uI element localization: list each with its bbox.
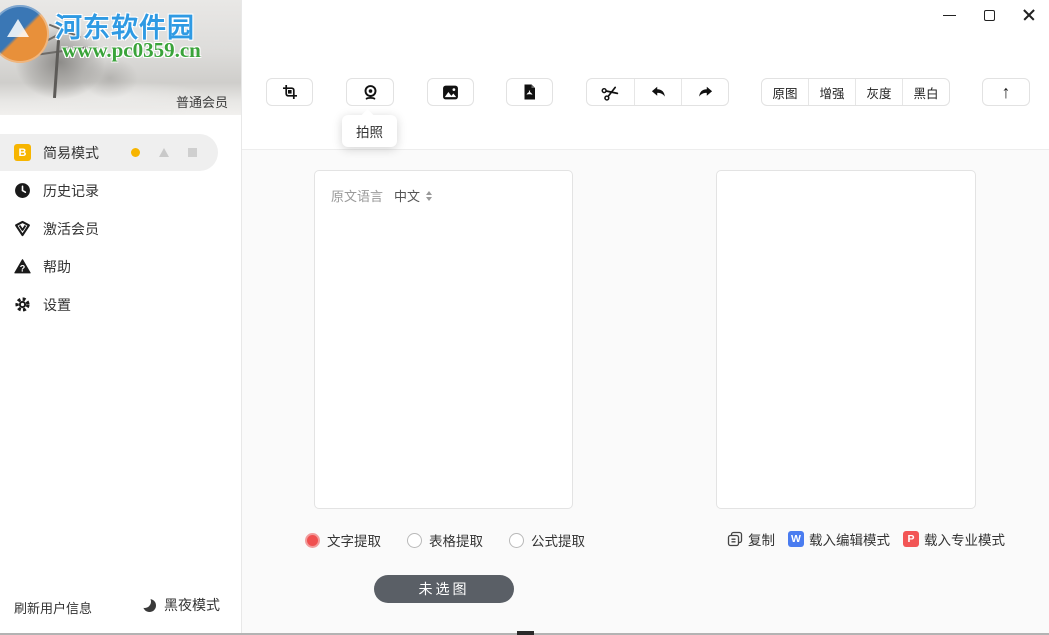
filter-enhance-button[interactable]: 增强 [809,79,856,105]
image-icon [442,84,459,101]
redo-icon [697,84,714,101]
bottom-resize-hint [517,631,534,635]
extract-mode-group: 文字提取 表格提取 公式提取 [305,530,585,550]
sidebar-item-label: 设置 [43,295,71,315]
filter-bw-button[interactable]: 黑白 [903,79,949,105]
up-arrow-icon: ↑ [1002,83,1011,101]
undo-button[interactable] [635,79,682,105]
sidebar-item-activate-vip[interactable]: 激活会员 [0,210,218,247]
result-actions: 复制 W 载入编辑模式 P 载入专业模式 [726,529,1005,549]
square-indicator-icon [188,148,197,157]
chevron-updown-icon [426,191,432,201]
moon-icon [142,598,157,613]
scissors-icon [602,84,619,101]
load-pro-mode-button[interactable]: P 载入专业模式 [903,529,1005,549]
membership-level: 普通会员 [176,92,228,111]
webcam-icon [362,84,379,101]
radio-text-extract[interactable]: 文字提取 [305,530,381,550]
maximize-button[interactable] [969,0,1009,30]
radio-unselected-icon [407,533,422,548]
sidebar-item-settings[interactable]: 设置 [0,286,218,323]
ppt-icon: P [903,531,919,547]
crop-button[interactable] [266,78,313,106]
cut-button[interactable] [587,79,635,105]
triangle-indicator-icon [159,148,169,157]
close-icon [1022,8,1036,22]
load-edit-mode-button[interactable]: W 载入编辑模式 [788,529,890,549]
gear-icon [14,296,31,313]
titlebar-controls [929,0,1049,30]
svg-text:?: ? [20,263,26,273]
sidebar-item-label: 简易模式 [43,143,99,163]
clock-icon [14,182,31,199]
refresh-user-info[interactable]: 刷新用户信息 [14,598,92,617]
gem-icon [14,220,31,237]
radio-table-extract[interactable]: 表格提取 [407,530,483,550]
minimize-button[interactable] [929,0,969,30]
maximize-icon [984,10,995,21]
filter-button-group: 原图 增强 灰度 黑白 [761,78,950,106]
sidebar-item-simple-mode[interactable]: B 简易模式 [0,134,218,171]
sidebar-item-label: 历史记录 [43,181,99,201]
radio-selected-icon [305,533,320,548]
undo-icon [650,84,667,101]
radio-unselected-icon [509,533,524,548]
help-icon: ? [14,258,31,275]
language-value: 中文 [394,186,420,205]
sidebar-item-label: 帮助 [43,257,71,277]
radio-formula-extract[interactable]: 公式提取 [509,530,585,550]
camera-tooltip: 拍照 [342,115,397,147]
no-image-selected-button[interactable]: 未选图 [374,575,514,603]
result-panel [716,170,976,509]
upload-button[interactable]: ↑ [982,78,1030,106]
camera-button[interactable] [346,78,394,106]
simple-mode-icon: B [14,144,31,161]
dark-mode-label: 黑夜模式 [164,595,220,615]
watermark-site-url: www.pc0359.cn [62,38,201,63]
word-icon: W [788,531,804,547]
filter-grayscale-button[interactable]: 灰度 [856,79,903,105]
filter-original-button[interactable]: 原图 [762,79,809,105]
app-window: 河东软件园 www.pc0359.cn 普通会员 B 简易模式 历史记录 激活会… [0,0,1049,635]
pdf-file-icon [521,84,538,101]
sidebar-item-help[interactable]: ? 帮助 [0,248,218,285]
sidebar-item-history[interactable]: 历史记录 [0,172,218,209]
dot-indicator-icon [131,148,140,157]
tooltip-text: 拍照 [356,121,383,141]
redo-button[interactable] [682,79,728,105]
open-image-button[interactable] [427,78,474,106]
minimize-icon [943,15,956,16]
dark-mode-toggle[interactable]: 黑夜模式 [142,595,220,615]
edit-button-group [586,78,729,106]
sidebar-item-label: 激活会员 [43,219,99,239]
close-button[interactable] [1009,0,1049,30]
copy-button[interactable]: 复制 [726,529,775,549]
header-watermark-image: 河东软件园 www.pc0359.cn 普通会员 [0,0,241,115]
crop-icon [281,84,298,101]
language-selector[interactable]: 原文语言 中文 [331,186,572,205]
language-label: 原文语言 [331,186,383,205]
mode-indicators [131,148,197,157]
open-pdf-button[interactable] [506,78,553,106]
copy-icon [726,531,743,548]
source-image-panel: 原文语言 中文 [314,170,573,509]
